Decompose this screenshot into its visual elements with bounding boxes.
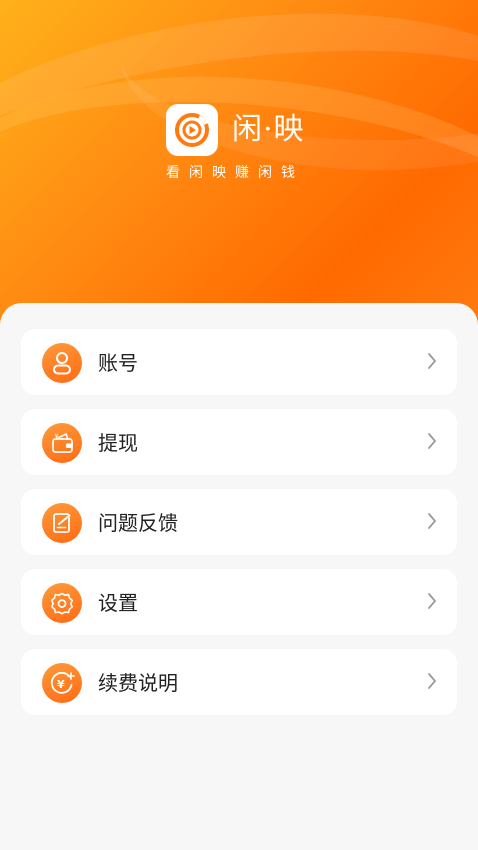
menu-item-account[interactable]: 账号: [21, 329, 457, 395]
menu-item-feedback[interactable]: 问题反馈: [21, 489, 457, 555]
user-icon: [42, 343, 82, 383]
app-logo-icon: [166, 104, 218, 156]
header-banner: 闲·映 看闲映赚闲钱: [0, 0, 478, 330]
menu-item-label: 提现: [98, 431, 138, 455]
menu-item-label: 续费说明: [98, 671, 178, 695]
chevron-right-icon: [428, 673, 436, 689]
svg-text:¥: ¥: [57, 678, 65, 691]
app-name: 闲·映: [232, 112, 305, 147]
menu-item-settings[interactable]: 设置: [21, 569, 457, 635]
wallet-icon: ¥: [42, 423, 82, 463]
svg-text:¥: ¥: [55, 432, 59, 440]
menu-item-label: 账号: [98, 351, 138, 375]
menu-item-renewal-info[interactable]: ¥ 续费说明: [21, 649, 457, 715]
menu-panel: 账号 ¥ 提现 问题反馈 设置 ¥ 续费说明: [0, 303, 478, 850]
menu-item-label: 设置: [98, 591, 138, 615]
chevron-right-icon: [428, 353, 436, 369]
app-logo-block: 闲·映 看闲映赚闲钱: [166, 104, 312, 184]
feedback-icon: [42, 503, 82, 543]
menu-item-label: 问题反馈: [98, 511, 178, 535]
chevron-right-icon: [428, 433, 436, 449]
app-slogan: 看闲映赚闲钱: [166, 165, 304, 181]
chevron-right-icon: [428, 513, 436, 529]
menu-item-withdraw[interactable]: ¥ 提现: [21, 409, 457, 475]
gear-icon: [42, 583, 82, 623]
yuan-coin-icon: ¥: [42, 663, 82, 703]
chevron-right-icon: [428, 593, 436, 609]
